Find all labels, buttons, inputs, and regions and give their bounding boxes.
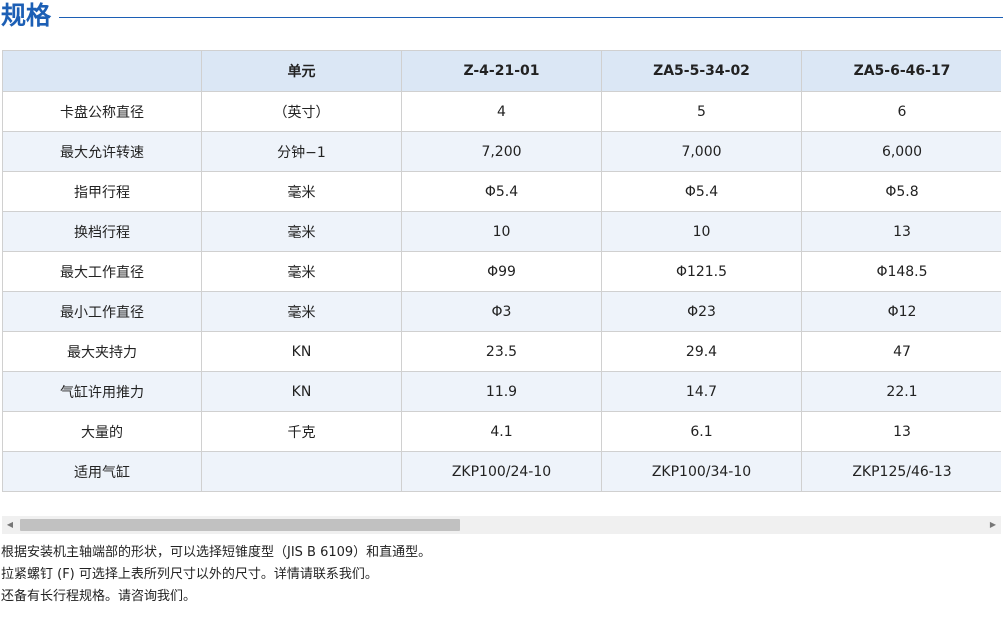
header-cell: 单元	[201, 50, 402, 92]
table-cell: 毫米	[201, 171, 402, 212]
table-cell: 22.1	[801, 371, 1001, 412]
table-cell: 卡盘公称直径	[2, 91, 202, 132]
table-cell: 11.9	[401, 371, 602, 412]
horizontal-scrollbar[interactable]: ◀ ▶	[2, 516, 1001, 534]
table-cell: 6.1	[601, 411, 802, 452]
table-row: 换档行程 毫米 10 10 13	[2, 211, 1001, 252]
table-cell: 分钟−1	[201, 131, 402, 172]
table-cell: 29.4	[601, 331, 802, 372]
table-cell: ZKP125/46-13	[801, 451, 1001, 492]
scroll-right-arrow-icon[interactable]: ▶	[985, 516, 1001, 534]
table-cell: 10	[401, 211, 602, 252]
table-cell: KN	[201, 371, 402, 412]
table-cell: 毫米	[201, 291, 402, 332]
table-cell: ZKP100/24-10	[401, 451, 602, 492]
table-cell: 6	[801, 91, 1001, 132]
table-cell: Φ3	[401, 291, 602, 332]
table-cell: 指甲行程	[2, 171, 202, 212]
table-cell: 6,000	[801, 131, 1001, 172]
header-cell	[2, 50, 202, 92]
table-cell: 7,000	[601, 131, 802, 172]
table-cell: 7,200	[401, 131, 602, 172]
table-cell	[201, 451, 402, 492]
table-cell: Φ5.8	[801, 171, 1001, 212]
spec-notes: 根据安装机主轴端部的形状，可以选择短锥度型（JIS B 6109）和直通型。 拉…	[1, 542, 431, 608]
table-row: 指甲行程 毫米 Φ5.4 Φ5.4 Φ5.8	[2, 171, 1001, 212]
table-cell: 最大允许转速	[2, 131, 202, 172]
scrollbar-thumb[interactable]	[20, 519, 460, 531]
header-cell: ZA5-6-46-17	[801, 50, 1001, 92]
table-cell: 10	[601, 211, 802, 252]
table-row: 最大夹持力 KN 23.5 29.4 47	[2, 331, 1001, 372]
header-cell: ZA5-5-34-02	[601, 50, 802, 92]
note-line: 根据安装机主轴端部的形状，可以选择短锥度型（JIS B 6109）和直通型。	[1, 545, 432, 560]
table-cell: 最小工作直径	[2, 291, 202, 332]
table-row: 最大允许转速 分钟−1 7,200 7,000 6,000	[2, 131, 1001, 172]
table-cell: Φ12	[801, 291, 1001, 332]
table-row: 大量的 千克 4.1 6.1 13	[2, 411, 1001, 452]
table-cell: Φ148.5	[801, 251, 1001, 292]
table-cell: 气缸许用推力	[2, 371, 202, 412]
table-row: 适用气缸 ZKP100/24-10 ZKP100/34-10 ZKP125/46…	[2, 451, 1001, 492]
table-cell: Φ5.4	[401, 171, 602, 212]
table-row: 气缸许用推力 KN 11.9 14.7 22.1	[2, 371, 1001, 412]
table-header-row: 单元 Z-4-21-01 ZA5-5-34-02 ZA5-6-46-17	[2, 50, 1001, 92]
scroll-left-arrow-icon[interactable]: ◀	[2, 516, 18, 534]
table-cell: 13	[801, 411, 1001, 452]
note-line: 拉紧螺钉 (F) 可选择上表所列尺寸以外的尺寸。详情请联系我们。	[1, 567, 378, 582]
table-cell: 14.7	[601, 371, 802, 412]
table-cell: Φ5.4	[601, 171, 802, 212]
table-row: 最小工作直径 毫米 Φ3 Φ23 Φ12	[2, 291, 1001, 332]
table-cell: 最大工作直径	[2, 251, 202, 292]
header-cell: Z-4-21-01	[401, 50, 602, 92]
table-row: 卡盘公称直径 （英寸） 4 5 6	[2, 91, 1001, 132]
table-cell: 4.1	[401, 411, 602, 452]
table-cell: 适用气缸	[2, 451, 202, 492]
section-heading: 规格	[0, 0, 1003, 32]
table-cell: 13	[801, 211, 1001, 252]
table-row: 最大工作直径 毫米 Φ99 Φ121.5 Φ148.5	[2, 251, 1001, 292]
table-cell: 千克	[201, 411, 402, 452]
table-cell: Φ99	[401, 251, 602, 292]
table-cell: 毫米	[201, 211, 402, 252]
table-cell: ZKP100/34-10	[601, 451, 802, 492]
section-title: 规格	[1, 1, 52, 30]
table-cell: 5	[601, 91, 802, 132]
table-cell: 毫米	[201, 251, 402, 292]
table-cell: 23.5	[401, 331, 602, 372]
table-cell: 大量的	[2, 411, 202, 452]
table-cell: 47	[801, 331, 1001, 372]
table-cell: 换档行程	[2, 211, 202, 252]
table-cell: 4	[401, 91, 602, 132]
table-cell: Φ23	[601, 291, 802, 332]
table-cell: KN	[201, 331, 402, 372]
spec-table: 单元 Z-4-21-01 ZA5-5-34-02 ZA5-6-46-17 卡盘公…	[2, 50, 1001, 492]
heading-rule	[59, 16, 1003, 18]
table-cell: 最大夹持力	[2, 331, 202, 372]
spec-table-container: 单元 Z-4-21-01 ZA5-5-34-02 ZA5-6-46-17 卡盘公…	[2, 50, 1001, 502]
table-cell: Φ121.5	[601, 251, 802, 292]
note-line: 还备有长行程规格。请咨询我们。	[1, 589, 197, 604]
table-cell: （英寸）	[201, 91, 402, 132]
